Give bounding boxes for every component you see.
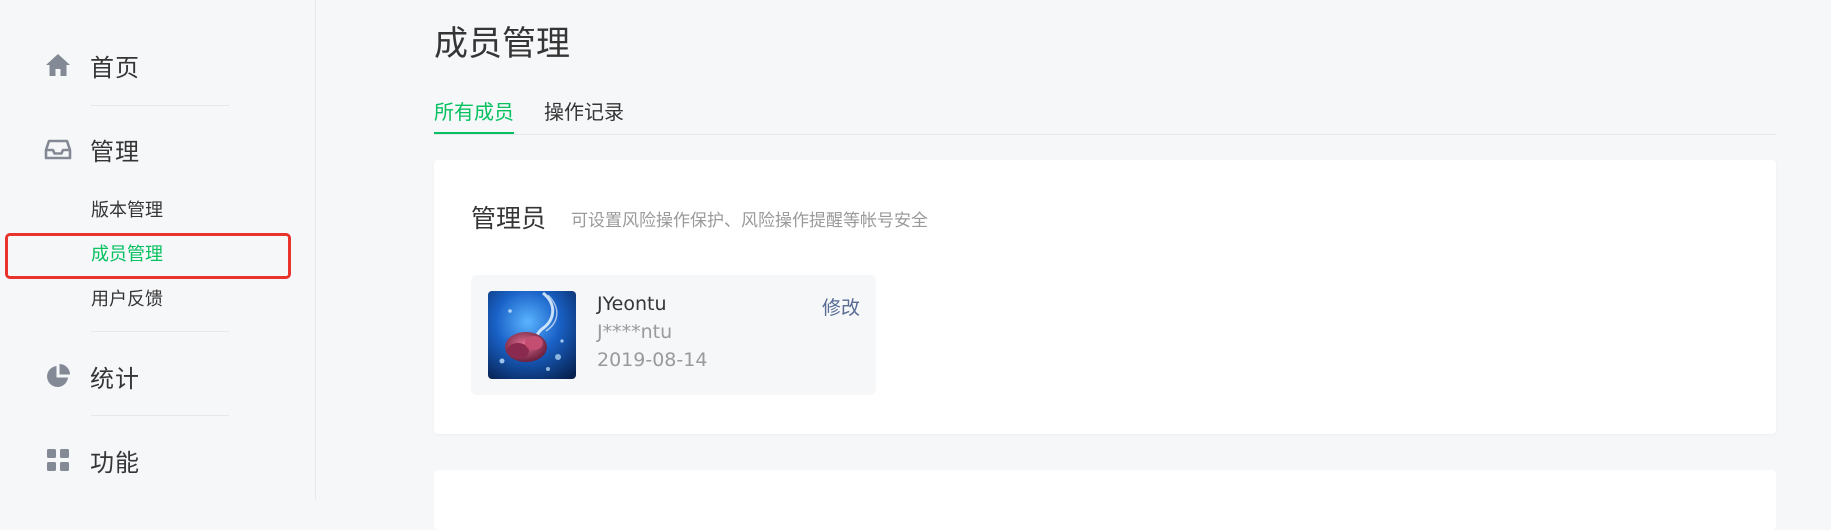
edit-button[interactable]: 修改: [822, 293, 860, 320]
page-title: 成员管理: [434, 24, 570, 64]
sidebar-item-label: 管理: [90, 137, 140, 166]
sidebar-divider: [91, 415, 229, 416]
avatar: [488, 291, 576, 379]
secondary-card: [434, 470, 1776, 530]
sidebar-item-stats[interactable]: 统计: [44, 356, 140, 396]
sidebar: 首页 管理 版本管理 成员管理 用户反馈 统计 功能: [0, 0, 316, 499]
section-title: 管理员: [471, 204, 547, 233]
inbox-icon: [44, 135, 72, 163]
sidebar-item-manage[interactable]: 管理: [44, 129, 140, 169]
highlight-box: [5, 233, 291, 279]
sidebar-item-home[interactable]: 首页: [44, 45, 140, 85]
pie-chart-icon: [44, 362, 72, 390]
grid-icon: [44, 446, 72, 474]
tab-all-members[interactable]: 所有成员: [434, 96, 514, 134]
sidebar-item-label: 功能: [90, 448, 140, 477]
sidebar-item-label: 统计: [90, 364, 140, 393]
sidebar-item-features[interactable]: 功能: [44, 440, 140, 480]
sidebar-item-user-feedback[interactable]: 用户反馈: [91, 287, 163, 313]
home-icon: [44, 51, 72, 79]
member-account: J****ntu: [597, 321, 673, 343]
sidebar-divider: [91, 331, 229, 332]
member-card: JYeontu J****ntu 2019-08-14 修改: [471, 275, 876, 395]
section-description: 可设置风险操作保护、风险操作提醒等帐号安全: [571, 211, 928, 231]
sidebar-item-version-management[interactable]: 版本管理: [91, 198, 163, 224]
sidebar-item-label: 首页: [90, 53, 140, 82]
sidebar-divider: [91, 105, 229, 106]
admin-card: 管理员 可设置风险操作保护、风险操作提醒等帐号安全 JYeontu J****n…: [434, 160, 1776, 434]
member-date: 2019-08-14: [597, 349, 708, 371]
tab-operation-log[interactable]: 操作记录: [544, 96, 624, 134]
member-name: JYeontu: [597, 293, 667, 315]
tab-bar: 所有成员 操作记录: [434, 96, 1776, 135]
